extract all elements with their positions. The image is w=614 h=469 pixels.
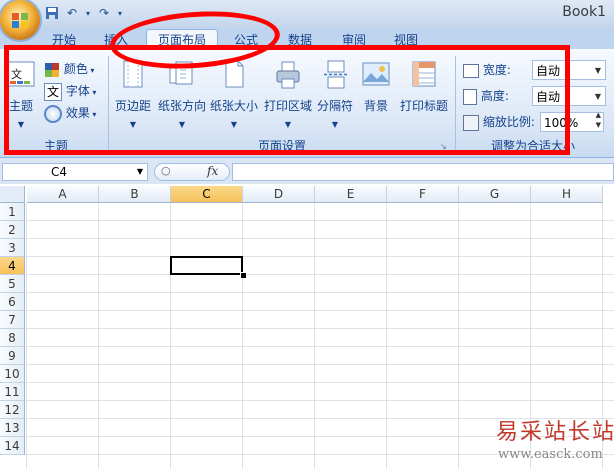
gridline-horizontal [25, 364, 614, 365]
gridline-horizontal [25, 328, 614, 329]
chevron-down-icon: ▼ [594, 66, 601, 75]
gridline-horizontal [25, 292, 614, 293]
gridline-horizontal [25, 400, 614, 401]
insert-function-area: ○ fx [154, 163, 230, 181]
gridline-vertical [98, 203, 99, 469]
column-header[interactable]: E [315, 186, 387, 203]
fx-icon[interactable]: fx [207, 164, 218, 178]
save-icon[interactable] [44, 6, 60, 21]
row-header[interactable]: 5 [0, 275, 25, 293]
name-box[interactable]: C4 ▼ [2, 163, 148, 181]
column-header[interactable]: F [387, 186, 459, 203]
formula-input[interactable] [232, 163, 614, 181]
gridline-vertical [314, 203, 315, 469]
spinner-icon[interactable]: ▲ ▼ [596, 110, 601, 130]
redo-dropdown-icon[interactable]: ▾ [112, 6, 128, 21]
row-header[interactable]: 13 [0, 419, 25, 437]
column-header[interactable]: A [27, 186, 99, 203]
undo-dropdown-icon[interactable]: ▾ [80, 6, 96, 21]
annotation-rectangle [4, 45, 570, 155]
row-header[interactable]: 14 [0, 437, 25, 455]
row-header[interactable]: 10 [0, 365, 25, 383]
office-logo-icon [12, 13, 28, 28]
gridline-horizontal [25, 238, 614, 239]
column-header[interactable]: G [459, 186, 531, 203]
chevron-down-icon: ▼ [594, 92, 601, 101]
column-header[interactable]: H [531, 186, 603, 203]
gridline-horizontal [25, 274, 614, 275]
gridline-vertical [26, 203, 27, 469]
row-header[interactable]: 4 [0, 257, 25, 275]
column-header[interactable]: D [243, 186, 315, 203]
gridline-vertical [242, 203, 243, 469]
row-header[interactable]: 6 [0, 293, 25, 311]
row-header[interactable]: 9 [0, 347, 25, 365]
column-header[interactable]: C [171, 186, 243, 203]
name-box-value: C4 [51, 165, 68, 179]
active-cell[interactable] [170, 256, 243, 275]
row-header[interactable]: 12 [0, 401, 25, 419]
gridline-horizontal [25, 220, 614, 221]
gridline-horizontal [25, 382, 614, 383]
fill-handle[interactable] [240, 272, 247, 279]
gridline-horizontal [25, 256, 614, 257]
column-header[interactable]: B [99, 186, 171, 203]
row-header[interactable]: 1 [0, 203, 25, 221]
redo-icon[interactable]: ↷ [96, 6, 112, 21]
gridline-horizontal [25, 346, 614, 347]
row-header[interactable]: 7 [0, 311, 25, 329]
undo-icon[interactable]: ↶ [64, 6, 80, 21]
row-header[interactable]: 3 [0, 239, 25, 257]
gridline-vertical [170, 203, 171, 469]
gridline-vertical [458, 203, 459, 469]
window-title: Book1 [562, 4, 606, 20]
watermark-site-name: 易采站长站 [496, 420, 614, 445]
select-all-button[interactable] [0, 186, 25, 203]
chevron-down-icon[interactable]: ▼ [137, 164, 143, 180]
row-header[interactable]: 8 [0, 329, 25, 347]
grip-icon: ○ [161, 164, 171, 177]
row-header[interactable]: 2 [0, 221, 25, 239]
office-button[interactable] [0, 0, 40, 40]
row-header[interactable]: 11 [0, 383, 25, 401]
watermark-url: www.easck.com [498, 447, 603, 462]
gridline-vertical [386, 203, 387, 469]
gridline-horizontal [25, 310, 614, 311]
